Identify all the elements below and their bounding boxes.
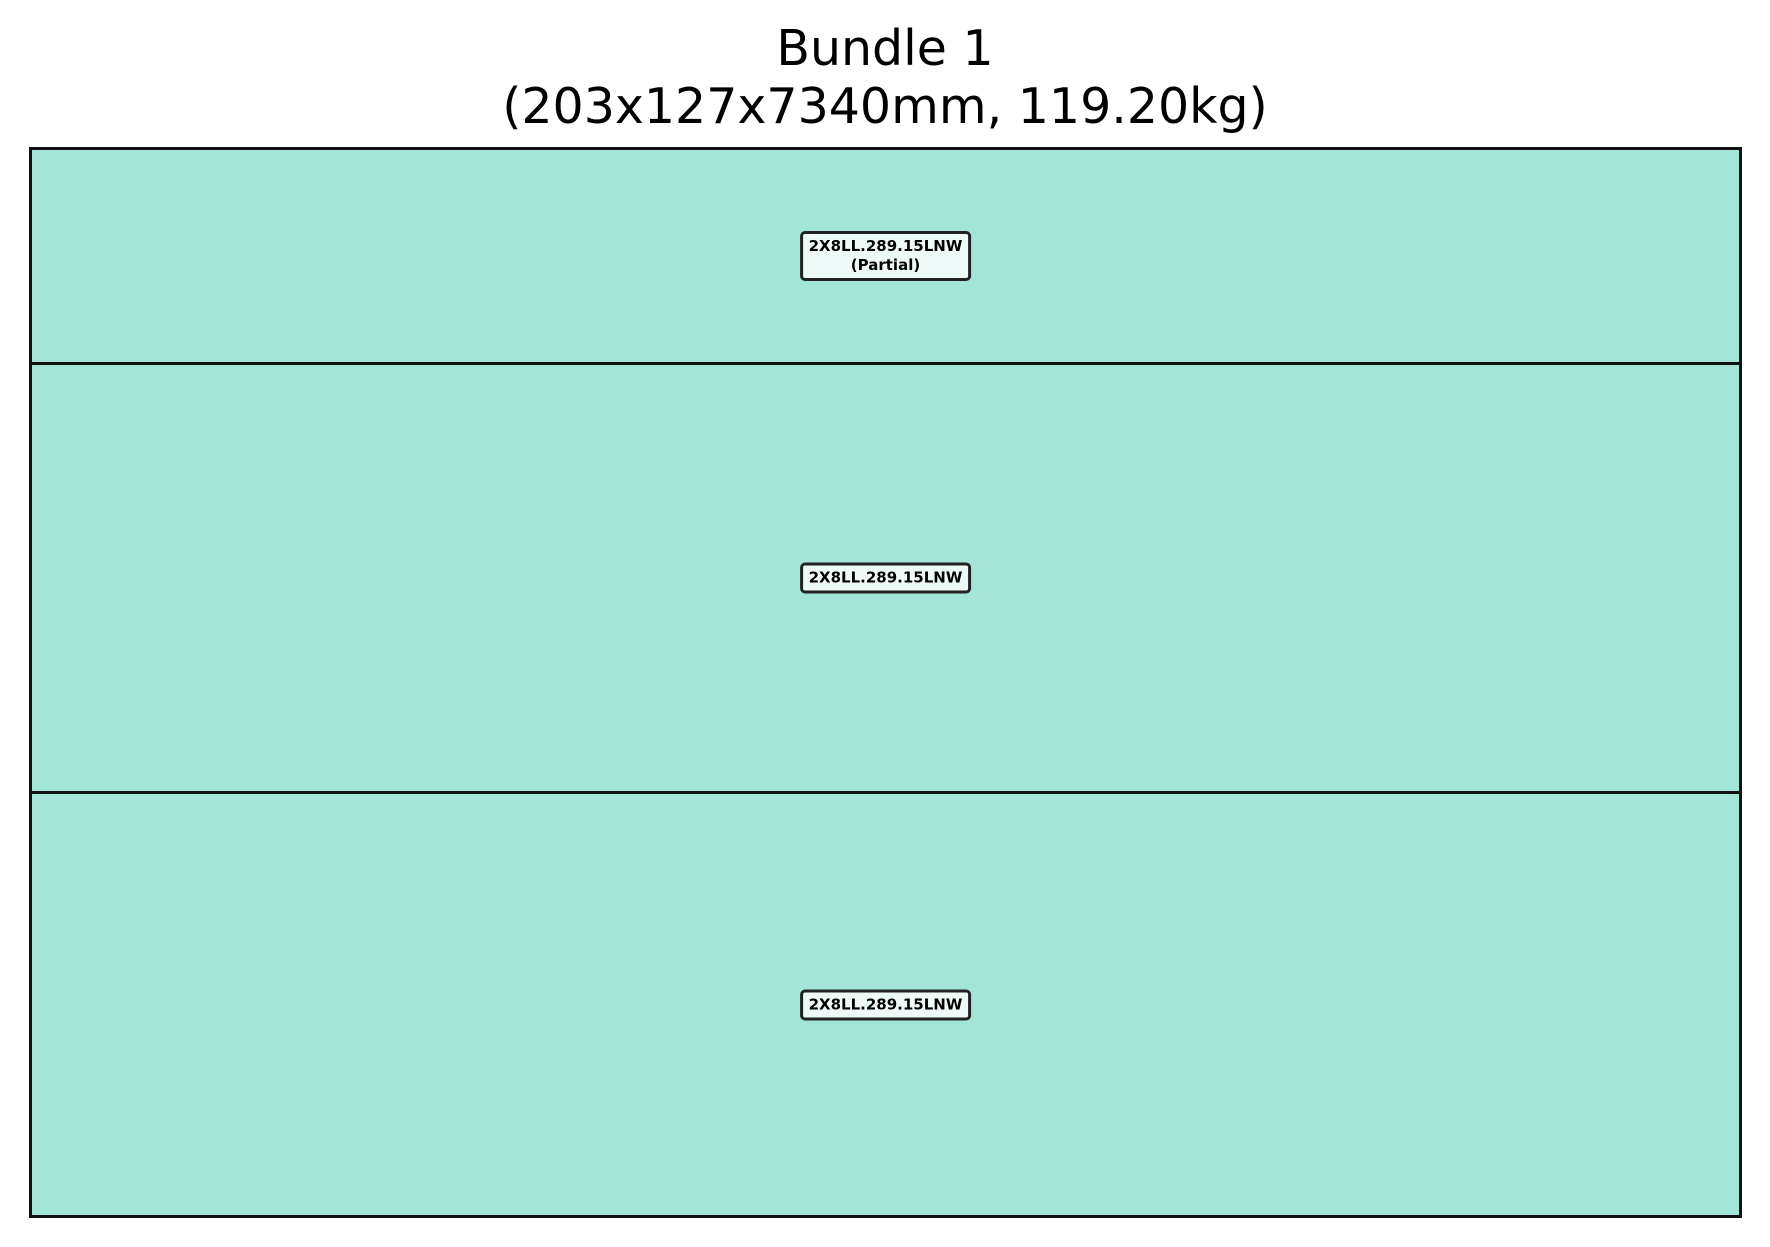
part-label: 2X8LL.289.15LNW bbox=[799, 562, 972, 594]
layer-top: 2X8LL.289.15LNW (Partial) bbox=[32, 150, 1739, 365]
layer-bottom: 2X8LL.289.15LNW bbox=[32, 794, 1739, 1215]
title-line-1: Bundle 1 bbox=[776, 20, 994, 77]
part-label: 2X8LL.289.15LNW bbox=[799, 989, 972, 1020]
part-label-text: 2X8LL.289.15LNW bbox=[808, 568, 963, 587]
partial-note: (Partial) bbox=[850, 256, 921, 274]
part-label-text: 2X8LL.289.15LNW bbox=[808, 995, 963, 1013]
title-line-2: (203x127x7340mm, 119.20kg) bbox=[502, 78, 1268, 135]
layer-middle: 2X8LL.289.15LNW bbox=[32, 365, 1739, 794]
part-label: 2X8LL.289.15LNW (Partial) bbox=[799, 231, 972, 281]
part-label-text: 2X8LL.289.15LNW bbox=[808, 237, 963, 255]
bundle-frame: 2X8LL.289.15LNW (Partial) 2X8LL.289.15LN… bbox=[29, 147, 1742, 1218]
diagram-title: Bundle 1 (203x127x7340mm, 119.20kg) bbox=[0, 20, 1770, 136]
